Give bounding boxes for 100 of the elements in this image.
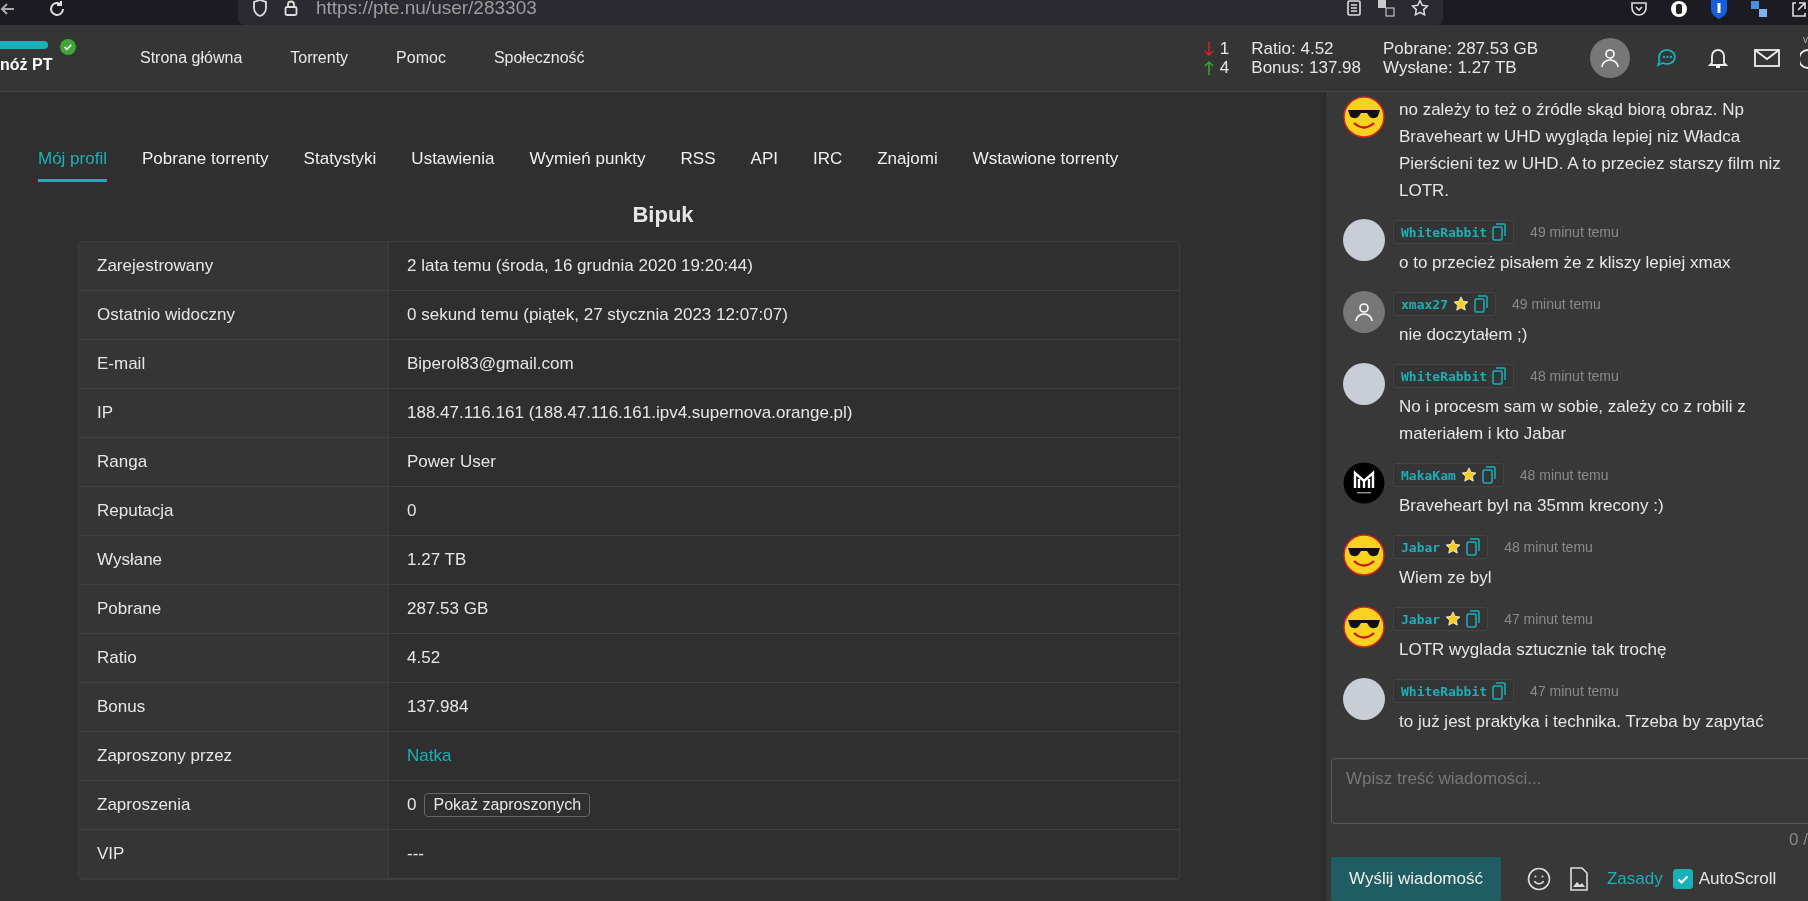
copy-icon[interactable] — [1492, 223, 1507, 241]
row-value: --- — [407, 844, 424, 864]
copy-icon[interactable] — [1473, 295, 1488, 313]
row-value: 0 — [407, 501, 417, 521]
username-tag[interactable]: WhiteRabbit — [1393, 364, 1515, 388]
row-value: 1.27 TB — [407, 550, 467, 570]
nav-link[interactable]: Torrenty — [290, 49, 349, 67]
translate-icon[interactable] — [1750, 0, 1768, 18]
back-arrow-icon[interactable] — [0, 0, 14, 17]
row-label: Ratio — [79, 634, 389, 682]
shield-icon — [252, 0, 268, 17]
copy-icon[interactable] — [1492, 682, 1507, 700]
message-text: no zależy to też o źródle skąd biorą obraz. Np Braveheart w UHD wygląda lepiej niz Władca Pierścieni tez w UHD. A to przeciez starszy film niz LOTR. — [1398, 99, 1782, 202]
message-text: Braveheart byl na 35mm krecony :) — [1398, 495, 1665, 517]
profile-tab[interactable]: Wymień punkty — [529, 149, 646, 182]
rules-link[interactable]: Zasady — [1607, 869, 1663, 889]
avatar-photo — [1343, 363, 1385, 405]
copy-icon[interactable] — [1492, 367, 1507, 385]
sunglasses-smiley-avatar — [1343, 96, 1385, 138]
row-label: Wysłane — [79, 536, 389, 584]
row-label: Zaproszony przez — [79, 732, 389, 780]
smiley-icon[interactable] — [1527, 867, 1551, 891]
row-value: 137.984 — [407, 697, 469, 717]
copy-icon[interactable] — [1481, 466, 1496, 484]
profile-tab[interactable]: API — [750, 149, 778, 182]
row-label: Reputacja — [79, 487, 389, 535]
message-time: 47 minut temu — [1530, 683, 1619, 699]
message-time: 47 minut temu — [1504, 611, 1593, 627]
profile-tab[interactable]: Znajomi — [877, 149, 938, 182]
message-text: No i procesm sam w sobie, zależy co z robili z materiałem i kto Jabar — [1398, 396, 1747, 445]
row-value: 0 sekund temu (piątek, 27 stycznia 2023 12:07:07) — [407, 305, 788, 325]
row-value: Power User — [407, 452, 496, 472]
lock-icon — [284, 0, 298, 16]
profile-tab[interactable]: Mój profil — [38, 149, 107, 182]
bell-icon[interactable] — [1708, 46, 1728, 70]
reload-icon[interactable] — [48, 0, 66, 18]
up-arrow-icon — [1203, 60, 1214, 75]
profile-tab[interactable]: Pobrane torrenty — [141, 149, 269, 182]
sunglasses-smiley-avatar — [1343, 606, 1385, 648]
row-value: Biperol83@gmail.com — [407, 354, 574, 374]
upload-count: 4 — [1219, 58, 1230, 77]
share-icon[interactable] — [1790, 0, 1808, 18]
row-label: VIP — [79, 830, 389, 878]
translate-icon[interactable] — [1377, 0, 1395, 17]
uploaded-text: Wysłane: 1.27 TB — [1383, 58, 1518, 77]
default-avatar — [1343, 291, 1385, 333]
send-button[interactable]: Wyślij wiadomość — [1331, 857, 1501, 901]
message-time: 48 minut temu — [1519, 467, 1609, 483]
message-input[interactable]: Wpisz treść wiadomości... — [1331, 758, 1808, 824]
invites-count: 0 — [407, 795, 417, 815]
profile-tab[interactable]: RSS — [680, 149, 716, 182]
site-logo[interactable]: nóż PT — [0, 55, 53, 75]
row-value: 4.52 — [407, 648, 441, 668]
nav-link[interactable]: Społeczność — [493, 49, 585, 67]
message-time: 48 minut temu — [1530, 368, 1619, 384]
nav-link[interactable]: Pomoc — [396, 49, 446, 67]
username-tag[interactable]: Jabar — [1393, 607, 1489, 631]
image-file-icon[interactable] — [1569, 867, 1589, 891]
profile-username: Bipuk — [631, 202, 695, 229]
message-text: nie doczytałem ;) — [1398, 324, 1529, 346]
downloaded-text: Pobrane: 287.53 GB — [1383, 39, 1538, 58]
show-invited-button[interactable]: Pokaż zaproszonych — [424, 793, 591, 817]
row-value: 287.53 GB — [407, 599, 489, 619]
username-tag[interactable]: Jabar — [1393, 535, 1489, 559]
autoscroll-label: AutoScroll — [1698, 869, 1777, 889]
corner-text: v — [1803, 33, 1808, 45]
user-avatar[interactable] — [1590, 38, 1630, 78]
autoscroll-checkbox[interactable] — [1672, 869, 1693, 889]
ratio-text: Ratio: 4.52 — [1251, 39, 1335, 58]
star-icon[interactable] — [1411, 0, 1429, 17]
username-tag[interactable]: WhiteRabbit — [1393, 220, 1515, 244]
row-value: 188.47.116.161 (188.47.116.161.ipv4.supernova.orange.pl) — [407, 403, 853, 423]
username-tag[interactable]: xmax27 — [1393, 292, 1496, 316]
message-text: o to przecież pisałem że z kliszy lepiej xmax — [1398, 252, 1732, 274]
shield-extension-icon[interactable] — [1710, 0, 1728, 19]
row-label: Ranga — [79, 438, 389, 486]
profile-tab[interactable]: Statystyki — [303, 149, 377, 182]
reader-view-icon[interactable] — [1347, 0, 1361, 16]
inviter-link[interactable]: Natka — [407, 746, 452, 766]
pocket-icon[interactable] — [1630, 0, 1648, 18]
extension-icon[interactable] — [1670, 0, 1688, 18]
message-text: Wiem ze byl — [1398, 567, 1493, 589]
mail-icon[interactable] — [1754, 48, 1780, 68]
profile-tab[interactable]: Wstawione torrenty — [972, 149, 1119, 182]
profile-tab[interactable]: IRC — [812, 149, 843, 182]
copy-icon[interactable] — [1466, 538, 1481, 556]
logo-avatar — [1343, 462, 1385, 504]
logo-bar — [0, 41, 48, 49]
profile-tab[interactable]: Ustawienia — [411, 149, 495, 182]
address-bar[interactable]: https://pte.nu/user/283303 — [238, 0, 1443, 25]
row-label: Zaproszenia — [79, 781, 389, 829]
message-text: to już jest praktyka i technika. Trzeba by zapytać — [1398, 711, 1765, 733]
character-counter: 0 / — [1789, 830, 1808, 850]
message-text: LOTR wyglada sztucznie tak trochę — [1398, 639, 1668, 661]
nav-link[interactable]: Strona główna — [140, 49, 243, 67]
copy-icon[interactable] — [1466, 610, 1481, 628]
avatar-photo — [1343, 219, 1385, 261]
username-tag[interactable]: MakaKam — [1393, 463, 1504, 487]
bonus-text: Bonus: 137.98 — [1251, 58, 1361, 77]
username-tag[interactable]: WhiteRabbit — [1393, 679, 1515, 703]
